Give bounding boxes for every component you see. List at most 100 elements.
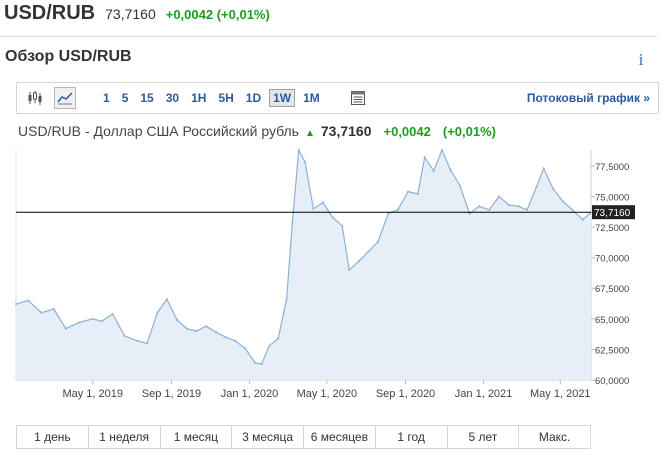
period-button[interactable]: 1 неделя (89, 426, 161, 448)
data-point (341, 224, 344, 228)
interval-5h[interactable]: 5H (214, 89, 237, 107)
chart-toolbar: 1 5 15 30 1H 5H 1D 1W 1M Потоковый график » (16, 82, 659, 114)
data-point (195, 329, 198, 333)
y-tick-label: 77,5000 (595, 162, 629, 173)
period-button[interactable]: 1 день (17, 426, 89, 448)
area-chart-icon[interactable] (54, 87, 76, 109)
data-point (123, 334, 126, 338)
data-point (243, 347, 247, 350)
data-point (14, 302, 18, 306)
data-point (64, 327, 68, 330)
data-point (136, 339, 139, 343)
data-point (348, 268, 351, 272)
data-point (517, 205, 520, 208)
interval-1[interactable]: 1 (99, 89, 114, 107)
data-point (571, 208, 574, 212)
chart-title-price: 73,7160 (320, 123, 372, 139)
data-point (440, 148, 444, 152)
period-button[interactable]: 1 месяц (161, 426, 233, 448)
period-button[interactable]: Макс. (519, 426, 590, 448)
data-point (376, 240, 380, 243)
interval-1w[interactable]: 1W (269, 89, 296, 107)
data-point (507, 203, 511, 207)
y-tick-label: 67,5000 (595, 284, 629, 295)
data-point (331, 216, 334, 219)
data-point (254, 361, 257, 365)
y-tick-label: 72,5000 (595, 223, 629, 234)
data-point (552, 187, 555, 191)
period-button[interactable]: 3 месяца (232, 426, 304, 448)
data-point (423, 156, 426, 159)
data-point (449, 168, 452, 171)
header-change: +0,0042 (+0,01%) (165, 7, 270, 22)
series-area-fill (16, 150, 591, 380)
chart-title-name: USD/RUB - Доллар США Российский рубль (18, 123, 299, 139)
x-tick-label: May 1, 2021 (530, 388, 591, 400)
period-button[interactable]: 5 лет (448, 426, 520, 448)
x-tick-label: May 1, 2019 (62, 388, 123, 400)
data-point (561, 200, 565, 203)
info-icon[interactable]: i (633, 50, 649, 70)
interval-1d[interactable]: 1D (242, 89, 265, 107)
chart-title-change: +0,0042 (383, 124, 431, 139)
header-price: 73,7160 (105, 6, 156, 22)
data-point (224, 336, 227, 339)
period-button[interactable]: 6 месяцев (304, 426, 376, 448)
data-point (215, 331, 218, 334)
streaming-chart-label: Потоковый график (526, 91, 640, 105)
chart-title-percent: (+0,01%) (442, 124, 496, 139)
data-point (468, 212, 471, 215)
y-tick-label: 62,5000 (595, 345, 629, 356)
data-point (156, 311, 159, 314)
header-divider (0, 36, 657, 37)
y-tick-label: 65,0000 (595, 315, 629, 326)
x-tick-label: Jan 1, 2021 (455, 388, 513, 400)
data-point (78, 321, 81, 324)
data-point (268, 344, 271, 347)
data-point (458, 184, 462, 187)
data-point (312, 207, 315, 210)
data-point (321, 201, 325, 204)
interval-30[interactable]: 30 (162, 89, 183, 107)
interval-5[interactable]: 5 (118, 89, 133, 107)
data-point (260, 362, 263, 366)
data-point (297, 148, 300, 152)
data-point (234, 339, 237, 343)
data-point (40, 311, 43, 314)
interval-1m[interactable]: 1M (299, 89, 324, 107)
data-point (432, 169, 435, 172)
data-point (303, 161, 307, 164)
data-point (396, 208, 399, 212)
interval-15[interactable]: 15 (136, 89, 157, 107)
period-selector: 1 день 1 неделя 1 месяц 3 месяца 6 месяцев 1 … (16, 425, 591, 449)
data-point (185, 327, 188, 330)
table-icon[interactable] (348, 88, 368, 108)
data-point (285, 298, 288, 301)
data-point (581, 218, 584, 221)
x-tick-label: Jan 1, 2020 (221, 388, 279, 400)
data-point (542, 167, 545, 170)
data-point (406, 190, 410, 193)
chart-title: USD/RUB - Доллар США Российский рубль ▲ … (18, 123, 496, 139)
interval-selector: 1 5 15 30 1H 5H 1D 1W 1M (99, 83, 328, 113)
period-button[interactable]: 1 год (376, 426, 448, 448)
currency-pair-title: USD/RUB (4, 2, 96, 24)
data-point (111, 312, 114, 316)
data-point (176, 318, 179, 322)
data-point (535, 185, 538, 188)
data-point (91, 317, 95, 320)
current-price-label: 73,7160 (594, 208, 631, 219)
y-tick-label: 75,0000 (595, 192, 629, 203)
data-point (277, 337, 280, 340)
data-point (367, 250, 370, 253)
candlestick-icon[interactable] (25, 88, 45, 108)
x-tick-label: May 1, 2020 (297, 388, 358, 400)
data-point (497, 195, 501, 198)
interval-1h[interactable]: 1H (187, 89, 210, 107)
data-point (100, 320, 103, 323)
price-chart[interactable]: 73,7160 77,5000 75,0000 72,5000 70,0000 67,50… (0, 140, 663, 410)
data-point (291, 222, 294, 225)
streaming-chart-link[interactable]: Потоковый график » (527, 91, 650, 105)
quote-header: USD/RUB 73,7160 +0,0042 (+0,01%) (4, 2, 270, 32)
data-point (145, 342, 149, 345)
